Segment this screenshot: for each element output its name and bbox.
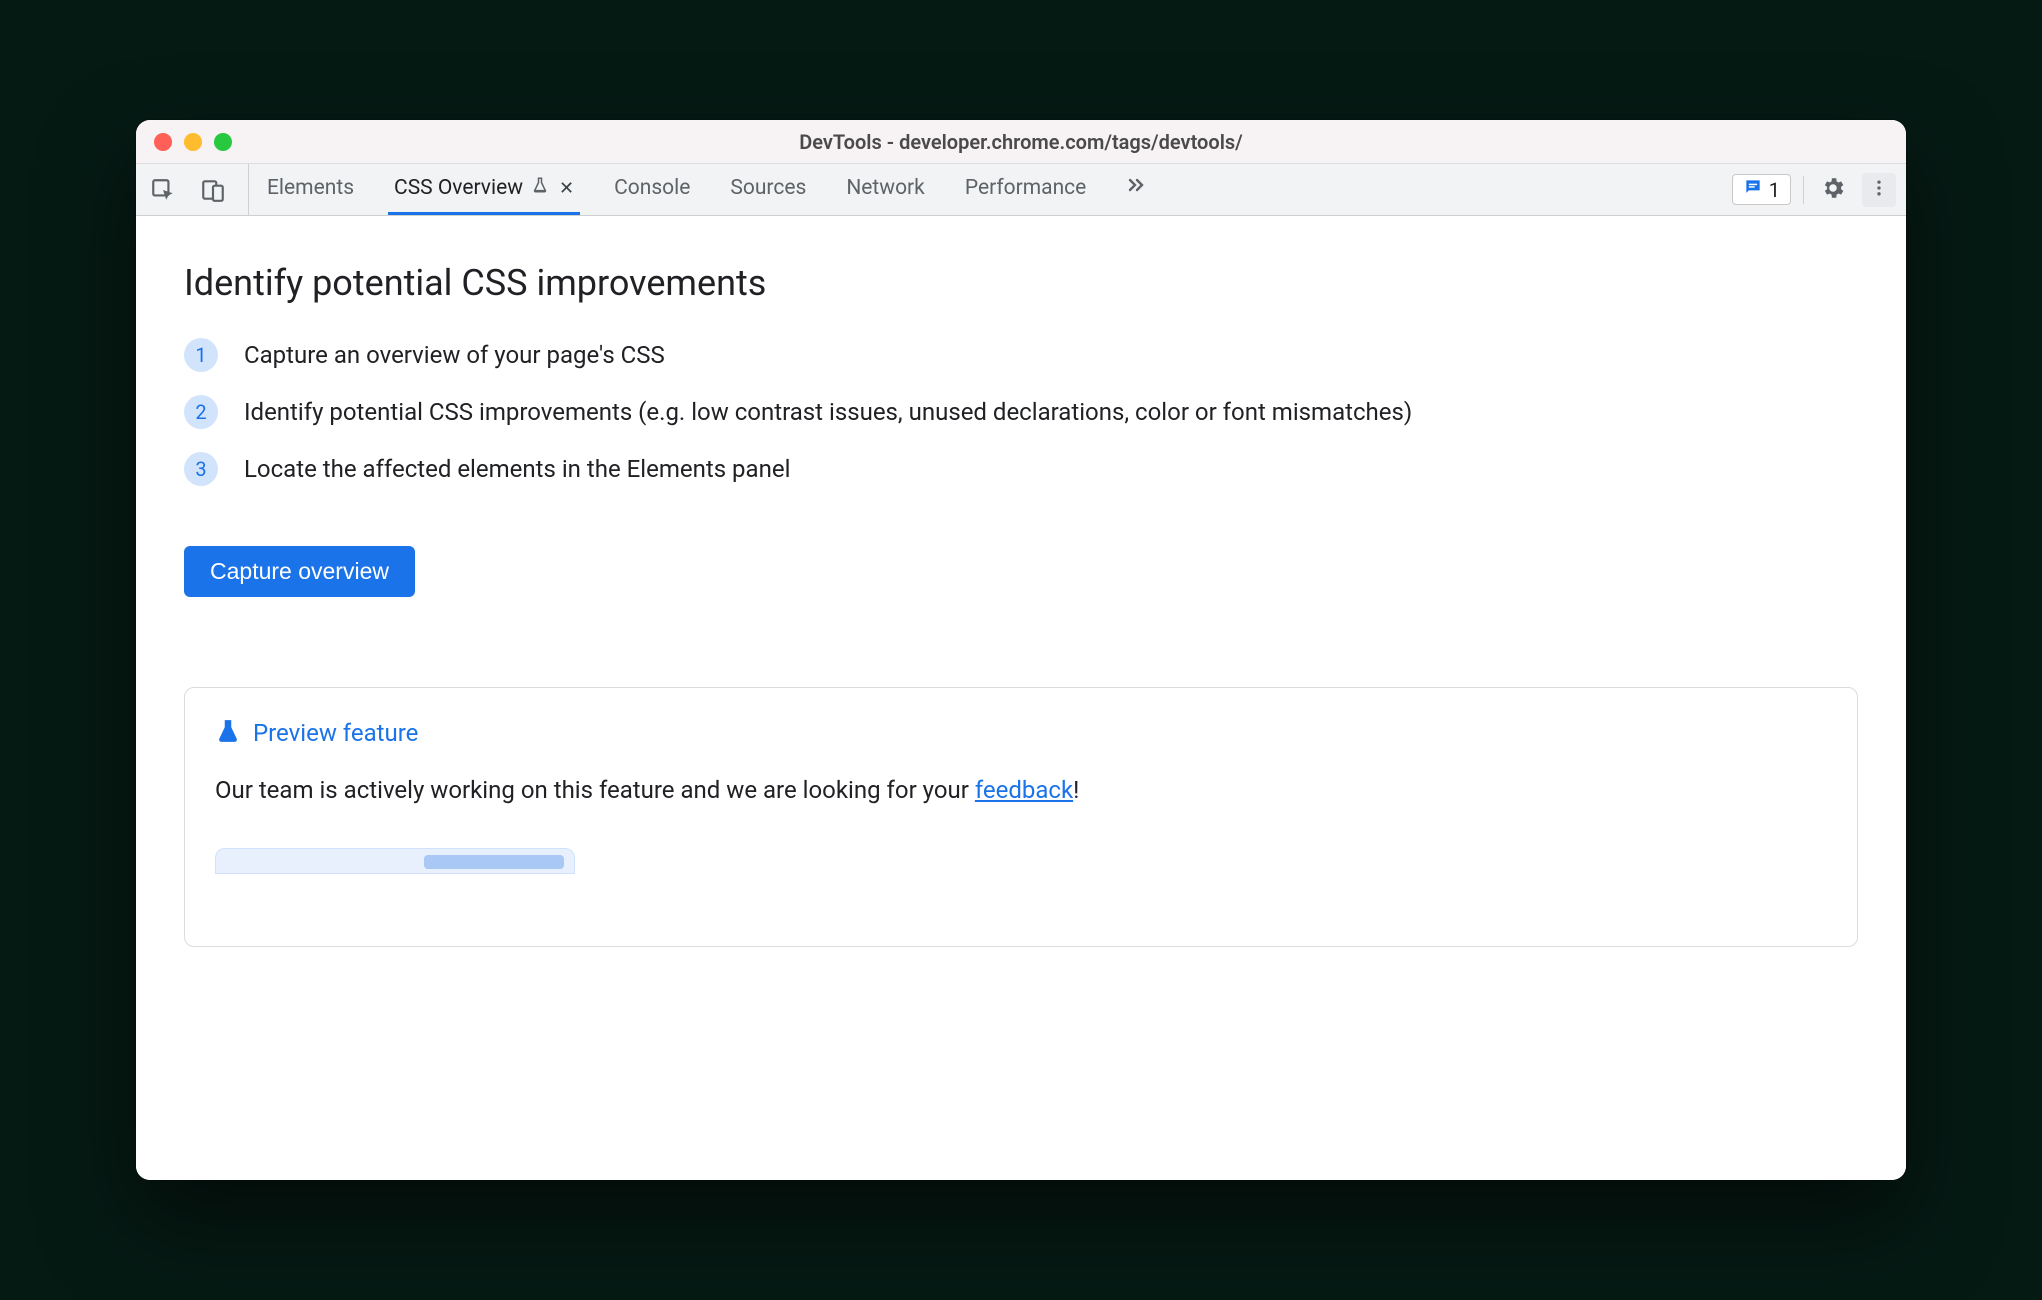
devtools-toolbar: Elements CSS Overview ✕ Console Sources … — [136, 164, 1906, 216]
preview-body: Our team is actively working on this fea… — [215, 776, 1827, 804]
chevron-double-right-icon — [1124, 173, 1148, 203]
step-text: Locate the affected elements in the Elem… — [244, 452, 790, 487]
step-number: 1 — [184, 338, 218, 372]
tab-label: Performance — [965, 176, 1086, 200]
step-item: 1 Capture an overview of your page's CSS — [184, 338, 1858, 373]
traffic-lights — [154, 133, 232, 151]
close-tab-icon[interactable]: ✕ — [559, 178, 574, 199]
capture-overview-button[interactable]: Capture overview — [184, 546, 415, 597]
preview-body-suffix: ! — [1073, 776, 1079, 804]
panel-content: Identify potential CSS improvements 1 Ca… — [136, 216, 1906, 1180]
toolbar-right: 1 — [1732, 164, 1896, 215]
flask-icon — [215, 718, 241, 748]
tab-css-overview[interactable]: CSS Overview ✕ — [388, 164, 580, 215]
preview-title: Preview feature — [253, 719, 418, 747]
feedback-link[interactable]: feedback — [975, 776, 1073, 804]
window-title: DevTools - developer.chrome.com/tags/dev… — [136, 130, 1906, 154]
nested-card-preview — [215, 848, 575, 874]
more-tabs-button[interactable] — [1120, 164, 1152, 215]
preview-feature-card: Preview feature Our team is actively wor… — [184, 687, 1858, 947]
kebab-icon — [1869, 178, 1889, 202]
tab-console[interactable]: Console — [608, 164, 696, 215]
more-options-button[interactable] — [1862, 173, 1896, 207]
step-text: Identify potential CSS improvements (e.g… — [244, 395, 1412, 430]
tab-label: Network — [846, 176, 925, 200]
maximize-window-button[interactable] — [214, 133, 232, 151]
step-number: 2 — [184, 395, 218, 429]
step-number: 3 — [184, 452, 218, 486]
device-toggle-icon[interactable] — [196, 173, 230, 207]
tab-label: Console — [614, 176, 690, 200]
message-icon — [1743, 177, 1763, 202]
step-item: 3 Locate the affected elements in the El… — [184, 452, 1858, 487]
step-item: 2 Identify potential CSS improvements (e… — [184, 395, 1858, 430]
tab-elements[interactable]: Elements — [261, 164, 360, 215]
tab-label: Elements — [267, 176, 354, 200]
page-heading: Identify potential CSS improvements — [184, 262, 1858, 304]
issues-count: 1 — [1769, 178, 1780, 202]
flask-icon — [531, 176, 549, 200]
minimize-window-button[interactable] — [184, 133, 202, 151]
settings-button[interactable] — [1816, 171, 1850, 209]
tab-strip: Elements CSS Overview ✕ Console Sources … — [261, 164, 1732, 215]
devtools-window: DevTools - developer.chrome.com/tags/dev… — [136, 120, 1906, 1180]
step-text: Capture an overview of your page's CSS — [244, 338, 665, 373]
divider — [1803, 176, 1804, 204]
inspect-icon[interactable] — [146, 173, 180, 207]
toolbar-left — [146, 164, 249, 215]
close-window-button[interactable] — [154, 133, 172, 151]
titlebar: DevTools - developer.chrome.com/tags/dev… — [136, 120, 1906, 164]
tab-network[interactable]: Network — [840, 164, 931, 215]
preview-header: Preview feature — [215, 718, 1827, 748]
tab-label: Sources — [730, 176, 806, 200]
issues-button[interactable]: 1 — [1732, 174, 1791, 205]
tab-sources[interactable]: Sources — [724, 164, 812, 215]
preview-body-text: Our team is actively working on this fea… — [215, 776, 975, 804]
steps-list: 1 Capture an overview of your page's CSS… — [184, 338, 1858, 486]
tab-performance[interactable]: Performance — [959, 164, 1092, 215]
gear-icon — [1820, 175, 1846, 205]
tab-label: CSS Overview — [394, 176, 523, 200]
